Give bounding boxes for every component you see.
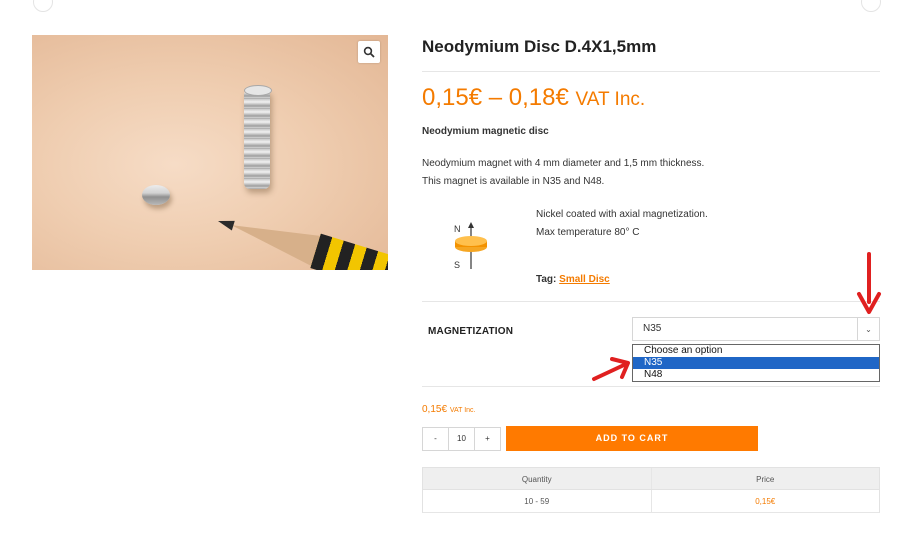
dropdown-option-selected[interactable]: N35: [633, 357, 879, 369]
feature-line-1: Nickel coated with axial magnetization.: [536, 209, 708, 220]
description-line-1: Neodymium magnet with 4 mm diameter and …: [422, 158, 705, 169]
divider: [422, 71, 880, 72]
chevron-down-icon[interactable]: ⌄: [857, 318, 879, 340]
feature-line-2: Max temperature 80° C: [536, 227, 640, 238]
quantity-input[interactable]: 10: [448, 428, 475, 450]
price-range-value: 0,15€ – 0,18€: [422, 84, 569, 111]
table-cell-quantity: 10 - 59: [423, 490, 652, 512]
divider: [422, 386, 880, 387]
table-header: Quantity Price: [422, 467, 880, 490]
variation-price-value: 0,15€: [422, 404, 448, 415]
table-cell-price: 0,15€: [755, 497, 776, 506]
magnet-disc-image: [142, 185, 170, 205]
annotation-arrow-down-icon: [857, 252, 881, 314]
divider: [422, 301, 880, 302]
quantity-minus-button[interactable]: -: [423, 428, 448, 450]
variation-price-vat: VAT Inc.: [449, 407, 476, 414]
magnifier-icon: [363, 46, 375, 58]
tag-label: Tag:: [536, 274, 557, 285]
quantity-plus-button[interactable]: +: [475, 428, 500, 450]
pencil-image: [212, 200, 388, 270]
description-line-2: This magnet is available in N35 and N48.: [422, 176, 605, 187]
annotation-arrow-right-icon: [592, 357, 630, 381]
product-image[interactable]: [32, 35, 388, 270]
magnet-stack-image: [244, 85, 272, 189]
table-header-quantity: Quantity: [423, 468, 652, 489]
magnet-axial-diagram-icon: N S: [446, 222, 496, 272]
gallery-nav-right-icon[interactable]: [861, 0, 881, 12]
diagram-s-label: S: [454, 260, 461, 270]
table-row: 10 - 59 0,15€: [422, 490, 880, 513]
price-vat-label: VAT Inc.: [575, 89, 646, 110]
product-tag: Tag: Small Disc: [536, 274, 610, 285]
product-title: Neodymium Disc D.4X1,5mm: [422, 37, 657, 56]
add-to-cart-button[interactable]: ADD TO CART: [506, 426, 758, 451]
gallery-nav-left-icon[interactable]: [33, 0, 53, 12]
variation-price: 0,15€ VAT Inc.: [422, 404, 476, 415]
table-header-price: Price: [756, 475, 775, 484]
dropdown-option[interactable]: N48: [633, 369, 879, 381]
diagram-n-label: N: [454, 224, 461, 234]
product-page: Neodymium Disc D.4X1,5mm 0,15€ – 0,18€ V…: [0, 0, 900, 550]
price-range: 0,15€ – 0,18€ VAT Inc.: [422, 84, 645, 112]
tag-link[interactable]: Small Disc: [559, 274, 610, 285]
short-description-title: Neodymium magnetic disc: [422, 126, 549, 137]
quantity-stepper[interactable]: - 10 +: [422, 427, 501, 451]
magnetization-dropdown[interactable]: Choose an option N35 N48: [632, 344, 880, 382]
dropdown-option[interactable]: Choose an option: [633, 345, 879, 357]
select-value: N35: [643, 323, 662, 334]
pricing-table: Quantity Price 10 - 59 0,15€: [422, 467, 880, 513]
zoom-button[interactable]: [358, 41, 380, 63]
variation-label: MAGNETIZATION: [428, 326, 514, 337]
magnetization-select[interactable]: N35 ⌄: [632, 317, 880, 341]
